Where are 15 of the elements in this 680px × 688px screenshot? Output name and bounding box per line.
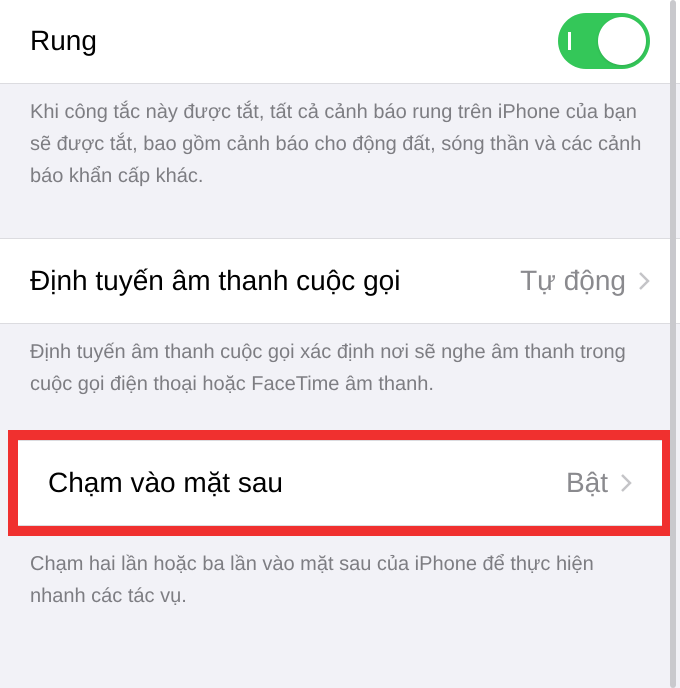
chevron-right-icon [638, 271, 650, 291]
chevron-right-icon [620, 473, 632, 493]
row-value: Bật [566, 466, 608, 500]
settings-row[interactable]: Rung [0, 0, 680, 84]
row-label: Định tuyến âm thanh cuộc gọi [30, 264, 402, 298]
row-value: Tự động [520, 264, 626, 298]
on-mark-icon [568, 32, 571, 50]
section-footer: Định tuyến âm thanh cuộc gọi xác định nơi sẽ nghe âm thanh trong cuộc gọi điện thoại hoặc FaceTime âm thanh. [0, 324, 680, 400]
settings-row[interactable]: Định tuyến âm thanh cuộc gọi Tự động [0, 238, 680, 324]
row-label: Rung [30, 24, 98, 58]
settings-row[interactable]: Chạm vào mặt sau Bật [18, 440, 662, 526]
section-footer: Chạm hai lần hoặc ba lần vào mặt sau của iPhone để thực hiện nhanh các tác vụ. [0, 536, 680, 612]
toggle-knob [598, 17, 646, 65]
row-label: Chạm vào mặt sau [48, 466, 284, 500]
section-footer: Khi công tắc này được tắt, tất cả cảnh báo rung trên iPhone của bạn sẽ được tắt, bao gồm cảnh báo cho động đất, sóng thần và các cảnh báo khẩn cấp khác. [0, 84, 680, 192]
